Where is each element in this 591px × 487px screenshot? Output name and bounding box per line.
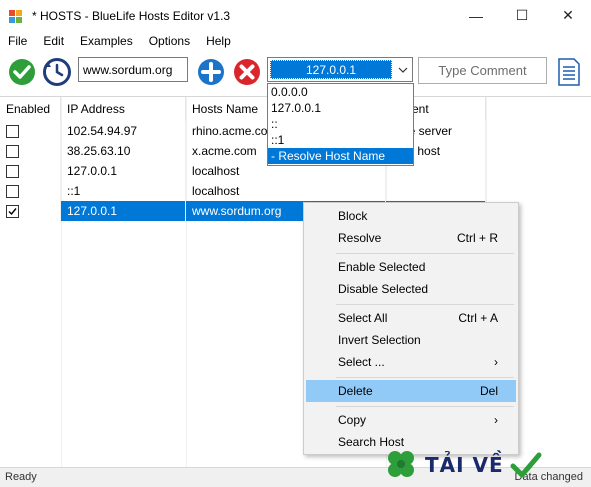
ctx-label: Enable Selected [338, 260, 426, 274]
ctx-block[interactable]: Block [306, 205, 516, 227]
row-comment [386, 181, 486, 201]
ctx-label: Copy [338, 413, 367, 427]
row-ip: 38.25.63.10 [61, 141, 186, 161]
menu-help[interactable]: Help [198, 31, 239, 51]
watermark-text: TẢI VỀ [425, 453, 504, 477]
ctx-resolve[interactable]: Resolve Ctrl + R [306, 227, 516, 249]
ctx-label: Disable Selected [338, 282, 429, 296]
chevron-down-icon[interactable] [393, 58, 412, 81]
ctx-label: Select All [338, 311, 388, 325]
column-enabled[interactable]: Enabled [0, 97, 61, 121]
table-row[interactable]: ::1 localhost [0, 181, 591, 201]
type-comment-button[interactable]: Type Comment [418, 57, 547, 84]
ctx-shortcut: Del [479, 384, 498, 398]
menu-options[interactable]: Options [141, 31, 198, 51]
ctx-separator [336, 253, 514, 254]
chevron-right-icon: › [494, 355, 498, 369]
row-ip: 102.54.94.97 [61, 121, 186, 141]
row-checkbox-checked[interactable] [6, 205, 19, 218]
ip-option[interactable]: 127.0.0.1 [268, 100, 413, 116]
ctx-disable-selected[interactable]: Disable Selected [306, 278, 516, 300]
watermark: TẢI VỀ [383, 445, 588, 485]
clover-logo-icon [388, 451, 414, 477]
row-checkbox[interactable] [6, 165, 19, 178]
ctx-enable-selected[interactable]: Enable Selected [306, 256, 516, 278]
ctx-separator [336, 377, 514, 378]
ctx-select-all[interactable]: Select All Ctrl + A [306, 307, 516, 329]
ip-option[interactable]: ::1 [268, 132, 413, 148]
add-entry-icon[interactable] [197, 58, 225, 86]
row-checkbox[interactable] [6, 185, 19, 198]
row-checkbox[interactable] [6, 125, 19, 138]
menu-examples[interactable]: Examples [72, 31, 141, 51]
host-name-input[interactable] [78, 57, 188, 82]
ctx-delete[interactable]: Delete Del [306, 380, 516, 402]
menu-file[interactable]: File [0, 31, 35, 51]
app-logo-icon [8, 7, 24, 24]
ip-select-value: 127.0.0.1 [270, 60, 392, 79]
ctx-label: Delete [338, 384, 373, 398]
ctx-label: Select ... [338, 355, 385, 369]
ip-option[interactable]: :: [268, 116, 413, 132]
context-menu: Block Resolve Ctrl + R Enable Selected D… [303, 202, 519, 455]
row-ip: ::1 [61, 181, 186, 201]
ctx-shortcut: Ctrl + A [458, 311, 498, 325]
checkmark-logo-icon [510, 452, 542, 478]
maximize-button[interactable]: ☐ [499, 0, 545, 31]
remove-entry-icon[interactable] [233, 58, 261, 86]
ip-address-select[interactable]: 127.0.0.1 [267, 57, 413, 82]
ip-option-resolve-host[interactable]: - Resolve Host Name [268, 148, 413, 164]
row-ip: 127.0.0.1 [61, 201, 186, 221]
ctx-separator [336, 406, 514, 407]
save-check-icon[interactable] [8, 58, 36, 86]
row-host: localhost [186, 181, 386, 201]
ctx-invert-selection[interactable]: Invert Selection [306, 329, 516, 351]
status-text: Ready [5, 471, 37, 483]
ctx-label: Invert Selection [338, 333, 421, 347]
column-ip-address[interactable]: IP Address [61, 97, 186, 121]
ctx-copy-submenu[interactable]: Copy › [306, 409, 516, 431]
menu-bar: File Edit Examples Options Help [0, 31, 591, 51]
ctx-label: Block [338, 209, 368, 223]
ctx-select-submenu[interactable]: Select ... › [306, 351, 516, 373]
row-ip: 127.0.0.1 [61, 161, 186, 181]
menu-edit[interactable]: Edit [35, 31, 72, 51]
clock-backup-icon[interactable] [43, 58, 71, 86]
ip-dropdown-list: 0.0.0.0 127.0.0.1 :: ::1 - Resolve Host … [267, 83, 414, 166]
row-checkbox[interactable] [6, 145, 19, 158]
ctx-separator [336, 304, 514, 305]
minimize-button[interactable]: — [453, 0, 499, 31]
ip-option[interactable]: 0.0.0.0 [268, 84, 413, 100]
title-bar: * HOSTS - BlueLife Hosts Editor v1.3 — ☐… [0, 0, 591, 31]
window-title: * HOSTS - BlueLife Hosts Editor v1.3 [32, 8, 231, 23]
close-window-button[interactable]: ✕ [545, 0, 591, 31]
chevron-right-icon: › [494, 413, 498, 427]
ctx-shortcut: Ctrl + R [456, 231, 498, 245]
ctx-label: Resolve [338, 231, 382, 245]
document-icon[interactable] [556, 57, 582, 87]
